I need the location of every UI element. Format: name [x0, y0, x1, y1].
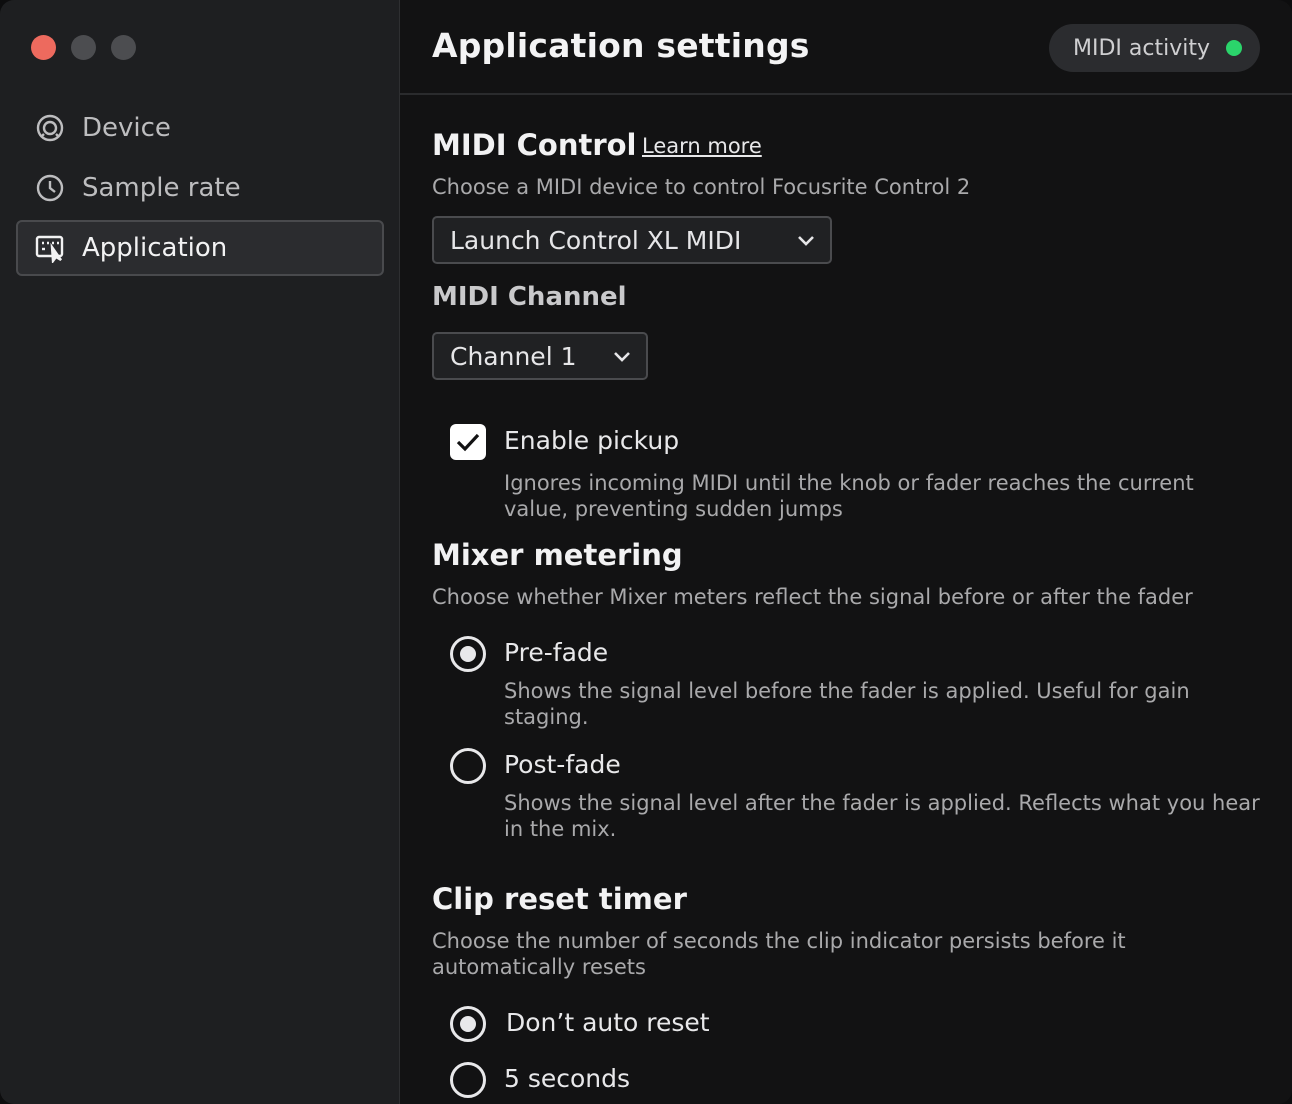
- midi-activity-label: MIDI activity: [1073, 35, 1210, 61]
- post-fade-radio[interactable]: [450, 748, 486, 784]
- pre-fade-radio[interactable]: [450, 636, 486, 672]
- pre-fade-description: Shows the signal level before the fader …: [504, 679, 1190, 729]
- pre-fade-label[interactable]: Pre-fade: [504, 638, 608, 667]
- checkmark-icon: [456, 433, 480, 452]
- sidebar-item-sample-rate[interactable]: Sample rate: [16, 160, 384, 216]
- chevron-down-icon: [614, 352, 630, 362]
- sidebar-item-label: Sample rate: [82, 173, 241, 203]
- close-window-button[interactable]: [31, 35, 56, 60]
- dont-auto-reset-label[interactable]: Don’t auto reset: [506, 1008, 710, 1037]
- enable-pickup-label[interactable]: Enable pickup: [504, 426, 679, 455]
- post-fade-description: Shows the signal level after the fader i…: [504, 791, 1260, 841]
- midi-channel-value: Channel 1: [450, 341, 577, 371]
- app-window: Device Sample rate Application Applicati…: [0, 0, 1292, 1104]
- midi-device-select[interactable]: Launch Control XL MIDI: [432, 216, 832, 264]
- clip-reset-description: Choose the number of seconds the clip in…: [432, 929, 1126, 979]
- device-icon: [34, 112, 66, 144]
- sidebar: Device Sample rate Application: [0, 0, 400, 1104]
- five-seconds-radio[interactable]: [450, 1062, 486, 1098]
- sidebar-nav: Device Sample rate Application: [16, 100, 384, 280]
- window-controls: [31, 35, 136, 60]
- midi-activity-led-icon: [1226, 40, 1242, 56]
- sidebar-item-label: Application: [82, 233, 228, 263]
- radio-selected-dot: [460, 646, 476, 662]
- application-icon: [34, 232, 66, 264]
- mixer-metering-title: Mixer metering: [432, 538, 683, 572]
- five-seconds-label[interactable]: 5 seconds: [504, 1064, 630, 1093]
- midi-control-title: MIDI Control: [432, 128, 637, 162]
- midi-channel-select[interactable]: Channel 1: [432, 332, 648, 380]
- midi-activity-indicator: MIDI activity: [1049, 24, 1260, 72]
- sidebar-item-label: Device: [82, 113, 171, 143]
- sidebar-item-application[interactable]: Application: [16, 220, 384, 276]
- midi-device-value: Launch Control XL MIDI: [450, 225, 742, 255]
- page-title: Application settings: [432, 26, 810, 65]
- mixer-metering-description: Choose whether Mixer meters reflect the …: [432, 585, 1193, 609]
- post-fade-label[interactable]: Post-fade: [504, 750, 621, 779]
- midi-control-description: Choose a MIDI device to control Focusrit…: [432, 175, 971, 199]
- learn-more-link[interactable]: Learn more: [642, 134, 762, 158]
- sidebar-item-device[interactable]: Device: [16, 100, 384, 156]
- enable-pickup-description: Ignores incoming MIDI until the knob or …: [504, 471, 1194, 521]
- zoom-window-button[interactable]: [111, 35, 136, 60]
- midi-channel-title: MIDI Channel: [432, 282, 627, 312]
- header: Application settings MIDI activity: [400, 0, 1292, 95]
- clip-reset-title: Clip reset timer: [432, 882, 687, 916]
- main-panel: Application settings MIDI activity MIDI …: [400, 0, 1292, 1104]
- enable-pickup-checkbox[interactable]: [450, 424, 486, 460]
- dont-auto-reset-radio[interactable]: [450, 1006, 486, 1042]
- minimize-window-button[interactable]: [71, 35, 96, 60]
- radio-selected-dot: [460, 1016, 476, 1032]
- clock-icon: [34, 172, 66, 204]
- chevron-down-icon: [798, 236, 814, 246]
